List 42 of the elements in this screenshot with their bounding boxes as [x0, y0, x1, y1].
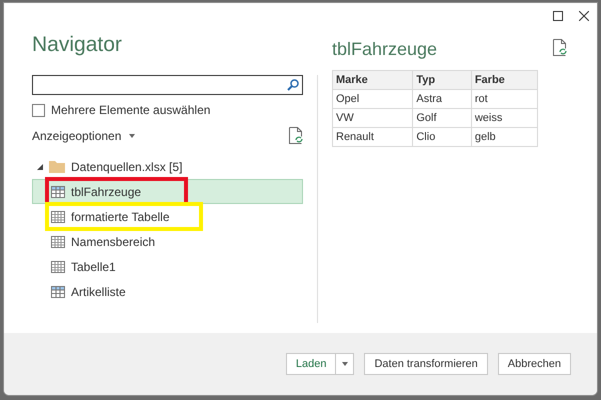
folder-icon — [49, 160, 65, 173]
tree-item[interactable]: Datenquellen.xlsx [5] — [32, 154, 303, 179]
dialog-button[interactable]: Daten transformieren — [364, 353, 488, 375]
load-button[interactable]: Laden — [286, 353, 336, 375]
tree-item[interactable]: tblFahrzeuge — [32, 179, 303, 204]
expand-arrow-icon[interactable] — [37, 164, 43, 170]
dialog-button[interactable]: Abbrechen — [498, 353, 571, 375]
refresh-document-icon[interactable] — [289, 127, 303, 144]
table-icon — [51, 286, 65, 298]
caret-icon — [129, 134, 136, 138]
table-cell: gelb — [471, 128, 538, 146]
search-field[interactable] — [32, 75, 303, 95]
tree-item[interactable]: Namensbereich — [32, 229, 303, 254]
refresh-document-icon[interactable] — [553, 39, 567, 56]
table-cell: weiss — [471, 108, 538, 128]
table-cell: Renault — [332, 128, 413, 146]
table-cell: rot — [471, 90, 538, 108]
caret-icon — [342, 362, 348, 366]
close-icon[interactable] — [579, 11, 589, 21]
maximize-icon[interactable] — [553, 11, 563, 21]
table-cell: Opel — [332, 90, 413, 108]
table-cell: Clio — [412, 128, 472, 146]
grid-icon — [51, 260, 65, 272]
table-cell: VW — [332, 108, 413, 128]
column-header: Farbe — [471, 70, 538, 90]
display-options-dropdown[interactable]: Anzeigeoptionen — [32, 128, 136, 142]
tree-item[interactable]: Tabelle1 — [32, 254, 303, 279]
tree-item[interactable]: formatierte Tabelle — [32, 204, 303, 229]
tree-item[interactable]: Artikelliste — [32, 279, 303, 304]
checkbox-label: Mehrere Elemente auswählen — [51, 103, 210, 117]
preview-title: tblFahrzeuge — [332, 39, 438, 60]
table-cell: Astra — [412, 90, 472, 108]
column-header: Typ — [412, 70, 472, 90]
search-icon[interactable] — [287, 79, 299, 91]
checkbox[interactable] — [32, 104, 45, 116]
window-title: Navigator — [32, 33, 123, 57]
dropdown-button[interactable] — [336, 353, 354, 375]
grid-icon — [51, 210, 65, 222]
column-header: Marke — [332, 70, 413, 90]
table-icon — [51, 186, 65, 198]
grid-icon — [51, 236, 65, 248]
table-cell: Golf — [412, 108, 472, 128]
